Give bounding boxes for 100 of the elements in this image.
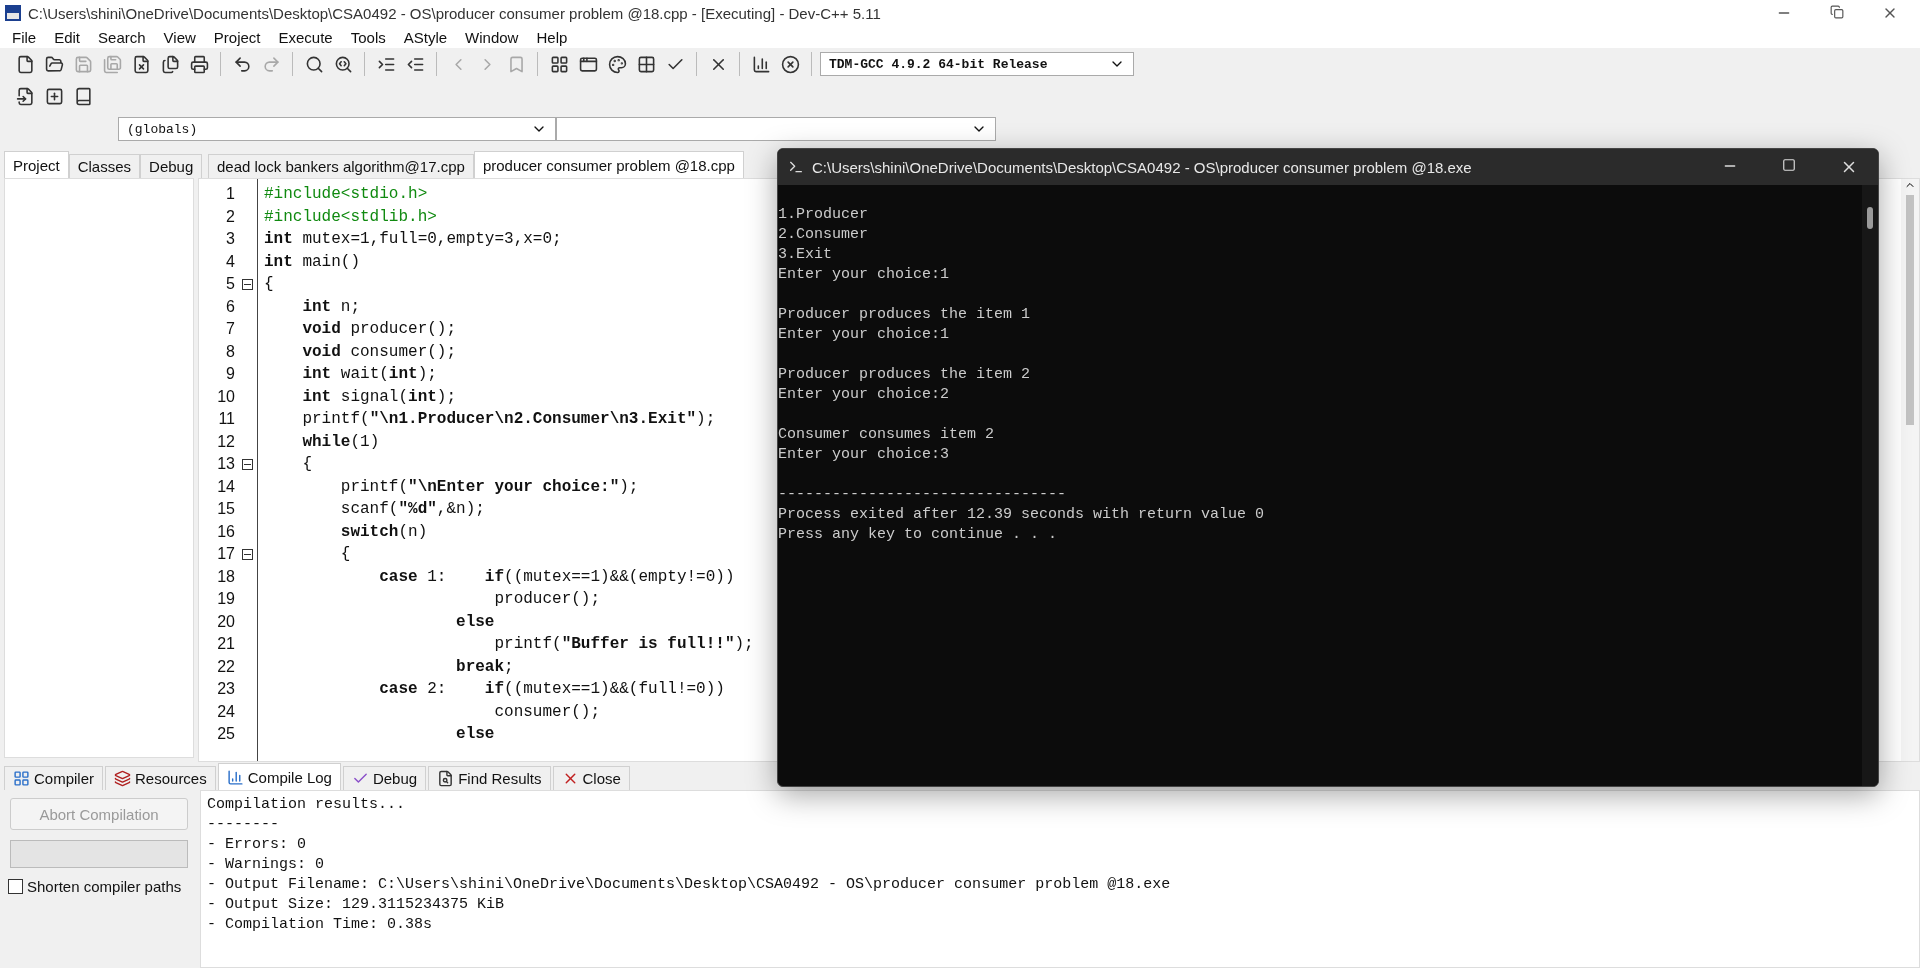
line-number: 13: [216, 455, 235, 474]
output-tab[interactable]: Close: [552, 766, 630, 790]
line-number: 14: [216, 477, 235, 496]
line-number: 9: [225, 365, 235, 384]
code-line: else: [455, 724, 495, 745]
scroll-thumb[interactable]: [1867, 207, 1873, 229]
compiler-select[interactable]: TDM-GCC 4.9.2 64-bit Release: [820, 52, 1134, 76]
log-line: --------: [207, 815, 280, 835]
panel-tab[interactable]: Debug: [140, 154, 203, 178]
code-line: printf("\n1.Producer\n2.Consumer\n3.Exit");: [301, 409, 716, 430]
tiles-icon: [636, 54, 656, 74]
console-line: 3.Exit: [778, 245, 832, 265]
log-line: - Errors: 0: [207, 835, 308, 855]
console-line: Press any key to continue . . .: [778, 525, 1058, 545]
log-line: - Compilation Time: 0.38s: [207, 915, 434, 935]
output-tab[interactable]: Compiler: [4, 766, 103, 790]
grid-icon: [549, 54, 569, 74]
window-title: C:\Users\shini\OneDrive\Documents\Desktop\CSA0492 - OS\producer consumer problem @18.cpp - [Executing] - Dev-C++ 5.11: [28, 4, 882, 22]
find-icon: [437, 770, 455, 787]
code-line: {: [264, 274, 274, 295]
menu-item[interactable]: AStyle: [395, 28, 456, 46]
menu-item[interactable]: Search: [90, 28, 154, 46]
console-line: Producer produces the item 2: [778, 365, 1031, 385]
undo-icon: [232, 54, 252, 74]
symbol-select[interactable]: [556, 117, 996, 141]
fold-toggle[interactable]: [242, 548, 253, 560]
code-line: #include<stdlib.h>: [264, 206, 437, 228]
line-number: 23: [216, 680, 235, 699]
maximize-icon[interactable]: [1782, 158, 1796, 172]
scope-select[interactable]: (globals): [118, 117, 556, 141]
line-number: 25: [216, 725, 235, 744]
output-tab[interactable]: Find Results: [428, 766, 551, 790]
console-line: Consumer consumes item 2: [778, 425, 995, 445]
console-line: Enter your choice:1: [778, 265, 950, 285]
line-number: 5: [225, 275, 235, 294]
restore-icon[interactable]: [1830, 5, 1844, 19]
file-tab[interactable]: dead lock bankers algorithm@17.cpp: [208, 154, 474, 178]
scrollbar[interactable]: [1862, 185, 1878, 786]
line-number: 16: [216, 522, 235, 541]
checkbox-label: Shorten compiler paths: [27, 878, 182, 895]
book-icon: [73, 86, 93, 106]
menu-item[interactable]: Tools: [342, 28, 394, 46]
menu-item[interactable]: Window: [457, 28, 527, 46]
redo-icon: [261, 54, 281, 74]
code-line: else: [455, 611, 495, 633]
output-tab[interactable]: Resources: [105, 766, 216, 790]
line-number: 18: [216, 567, 235, 586]
menu-item[interactable]: View: [155, 28, 204, 46]
code-line: scanf("%d",&n);: [339, 499, 485, 520]
fold-toggle[interactable]: [242, 278, 253, 290]
code-line: printf("Buffer is full!!");: [493, 634, 754, 655]
line-number: 1: [225, 185, 235, 204]
code-line: {: [339, 544, 351, 565]
code-line: int n;: [301, 296, 361, 318]
line-number: 11: [217, 410, 235, 429]
scroll-thumb[interactable]: [1906, 195, 1914, 425]
code-line: break;: [455, 656, 514, 678]
files-icon: [160, 54, 180, 74]
console-line: Enter your choice:1: [778, 325, 950, 345]
folder-icon: [44, 54, 64, 74]
fold-toggle[interactable]: [242, 458, 253, 470]
code-line: switch(n): [339, 521, 428, 543]
panel-tab[interactable]: Project: [4, 151, 69, 178]
scrollbar[interactable]: [1901, 179, 1919, 761]
menu-item[interactable]: Execute: [270, 28, 341, 46]
console-line: Enter your choice:3: [778, 445, 950, 465]
console-line: 1.Producer: [778, 205, 868, 225]
console-line: 2.Consumer: [778, 225, 868, 245]
log-line: - Output Filename: C:\Users\shini\OneDrive\Documents\Desktop\CSA0492 - OS\producer consumer problem @18.exe: [207, 875, 1172, 895]
palette-icon: [607, 54, 627, 74]
console-title: C:\Users\shini\OneDrive\Documents\Desktop\CSA0492 - OS\producer consumer problem @18.exe: [812, 158, 1473, 176]
code-line: #include<stdio.h>: [264, 184, 428, 205]
code-line: int main(): [264, 251, 361, 273]
add-icon: [44, 86, 64, 106]
output-tab[interactable]: Debug: [342, 766, 427, 790]
code-line: {: [301, 454, 312, 475]
checkbox[interactable]: [8, 879, 23, 894]
code-line: producer();: [493, 589, 601, 610]
layers-icon: [114, 770, 131, 787]
panel-tab[interactable]: Classes: [68, 154, 141, 178]
grid-icon: [13, 770, 30, 787]
menu-item[interactable]: Edit: [46, 28, 89, 46]
replace-icon: [333, 54, 353, 74]
close-file-icon: [131, 54, 151, 74]
line-number: 6: [225, 297, 235, 316]
menu-item[interactable]: File: [4, 28, 45, 46]
line-number: 17: [216, 545, 235, 564]
file-tab[interactable]: producer consumer problem @18.cpp: [473, 151, 744, 178]
save-all-icon: [102, 54, 122, 74]
line-number: 4: [225, 252, 235, 271]
menu-item[interactable]: Help: [528, 28, 576, 46]
line-number: 8: [225, 342, 235, 361]
log-line: - Warnings: 0: [207, 855, 326, 875]
output-tab[interactable]: Compile Log: [217, 763, 341, 790]
search-icon: [304, 54, 324, 74]
line-number: 10: [216, 387, 235, 406]
console-line: Process exited after 12.39 seconds with return value 0: [778, 505, 1265, 525]
line-number: 15: [216, 500, 235, 519]
menu-item[interactable]: Project: [205, 28, 269, 46]
save-icon: [73, 54, 93, 74]
